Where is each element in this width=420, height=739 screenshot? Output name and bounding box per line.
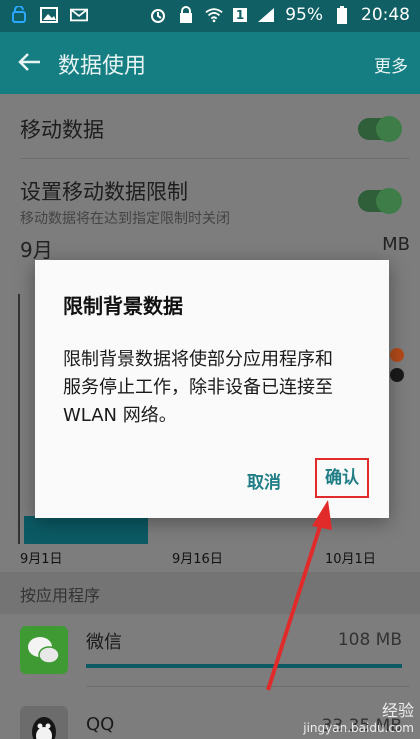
toggle-knob [376,116,402,142]
battery-icon [333,6,351,24]
app-size: 108 MB [337,630,402,650]
legend-dot-limit [390,368,404,382]
back-arrow-icon[interactable] [16,48,44,76]
divider [20,158,410,159]
date-label-start: 9月1日 [20,552,63,567]
usage-bar-fill [86,664,402,668]
section-header: 按应用程序 [0,572,420,614]
cancel-button[interactable]: 取消 [241,464,287,497]
wechat-icon [20,626,68,674]
app-bar: 数据使用 更多 [0,32,420,94]
mobile-data-toggle[interactable] [358,116,402,142]
secure-lock-icon [177,6,195,24]
mobile-data-label: 移动数据 [20,118,104,142]
date-label-end: 10月1日 [325,552,376,567]
gallery-icon [40,6,58,24]
legend-dot-warning [390,348,404,362]
section-header-label: 按应用程序 [20,586,101,605]
divider [86,686,410,687]
watermark-url: jingyan.baidu.com [303,721,414,735]
restrict-background-data-dialog: 限制背景数据 限制背景数据将使部分应用程序和 服务停止工作，除非设备已连接至 W… [35,260,389,518]
page-title: 数据使用 [58,54,147,79]
dialog-title: 限制背景数据 [63,294,183,318]
sync-icon [10,6,28,24]
toggle-knob [376,188,402,214]
dialog-message: 限制背景数据将使部分应用程序和 服务停止工作，除非设备已连接至 WLAN 网络。 [63,349,333,426]
status-bar: 1 95% 20:48 [0,0,420,32]
wifi-signal-icon [205,6,223,24]
data-limit-subtitle: 移动数据将在达到指定限制时关闭 [20,211,230,227]
data-limit-toggle[interactable] [358,188,402,214]
more-menu-button[interactable]: 更多 [374,52,408,77]
chart-axis [18,294,20,544]
baidu-watermark: 经验 jingyan.baidu.com [303,697,414,735]
mail-icon [70,6,88,24]
cell-signal-icon [257,6,275,24]
date-label-mid: 9月16日 [172,552,223,567]
app-name: QQ [86,714,115,735]
chart-usage-area [24,516,148,544]
qq-icon [20,706,68,739]
usage-period[interactable]: 9月 [20,234,53,263]
alarm-icon [149,6,167,24]
watermark-brand: 经验 [381,701,414,720]
usage-amount: MB [382,234,410,255]
battery-percent: 95% [285,5,323,25]
clock: 20:48 [361,5,410,25]
confirm-button[interactable]: 确认 [315,458,369,498]
sim-badge: 1 [232,8,248,22]
data-limit-label: 设置移动数据限制 [20,180,188,204]
app-name: 微信 [86,632,122,653]
